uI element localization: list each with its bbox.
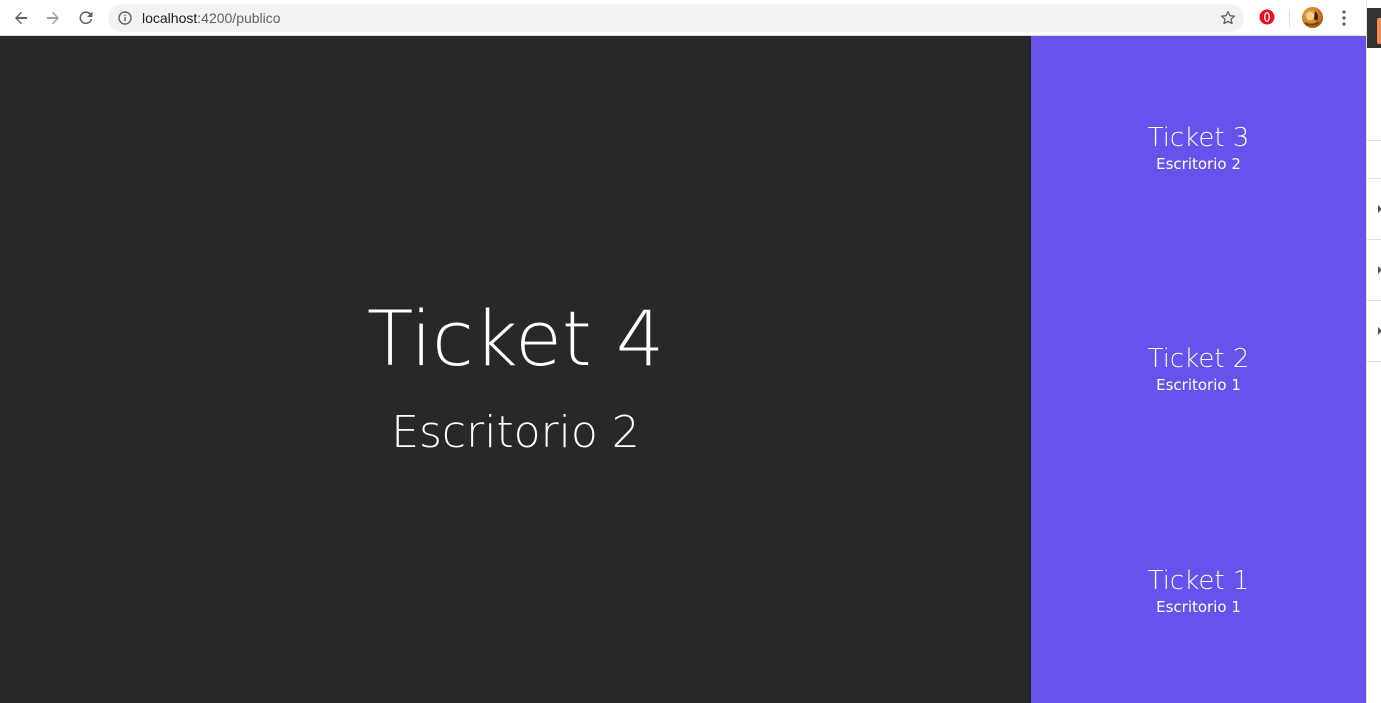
star-icon[interactable] xyxy=(1220,10,1236,26)
toolbar-divider xyxy=(1289,9,1290,27)
forward-icon xyxy=(47,11,59,25)
divider xyxy=(1367,239,1381,240)
recent-ticket-item: Ticket 1 Escritorio 1 xyxy=(1031,565,1366,617)
recent-ticket-desk: Escritorio 2 xyxy=(1156,155,1241,173)
current-ticket-desk: Escritorio 2 xyxy=(391,407,640,458)
divider xyxy=(1367,178,1381,179)
avatar[interactable] xyxy=(1302,7,1323,28)
current-ticket-number: Ticket 4 xyxy=(366,294,665,383)
divider xyxy=(1367,300,1381,301)
menu-icon[interactable] xyxy=(1337,8,1351,28)
info-icon[interactable] xyxy=(118,11,132,25)
back-button[interactable] xyxy=(11,8,31,28)
recent-tickets-panel: Ticket 3 Escritorio 2 Ticket 2 Escritori… xyxy=(1031,36,1366,703)
back-icon xyxy=(15,11,27,25)
devtools-edge xyxy=(1366,0,1381,703)
recent-ticket-number: Ticket 1 xyxy=(1147,566,1250,596)
recent-ticket-item: Ticket 3 Escritorio 2 xyxy=(1031,122,1366,174)
devtools-header xyxy=(1367,8,1381,48)
reload-icon xyxy=(79,11,93,25)
divider xyxy=(1367,361,1381,362)
url-host: localhost xyxy=(142,10,198,26)
url-path: :4200/publico xyxy=(197,10,281,26)
address-bar[interactable]: localhost:4200/publico xyxy=(108,4,1244,32)
avatar-image xyxy=(1304,11,1320,26)
devtools-badge xyxy=(1377,18,1381,44)
opera-icon[interactable] xyxy=(1259,9,1275,25)
forward-button[interactable] xyxy=(43,8,63,28)
recent-ticket-number: Ticket 2 xyxy=(1147,344,1250,374)
browser-toolbar: localhost:4200/publico xyxy=(0,0,1366,36)
recent-ticket-number: Ticket 3 xyxy=(1147,123,1250,153)
divider xyxy=(1367,140,1381,141)
recent-ticket-desk: Escritorio 1 xyxy=(1156,376,1241,394)
recent-ticket-item: Ticket 2 Escritorio 1 xyxy=(1031,343,1366,395)
url-text: localhost:4200/publico xyxy=(142,10,281,26)
current-ticket-panel: Ticket 4 Escritorio 2 xyxy=(0,36,1031,703)
recent-ticket-desk: Escritorio 1 xyxy=(1156,598,1241,616)
reload-button[interactable] xyxy=(76,8,96,28)
